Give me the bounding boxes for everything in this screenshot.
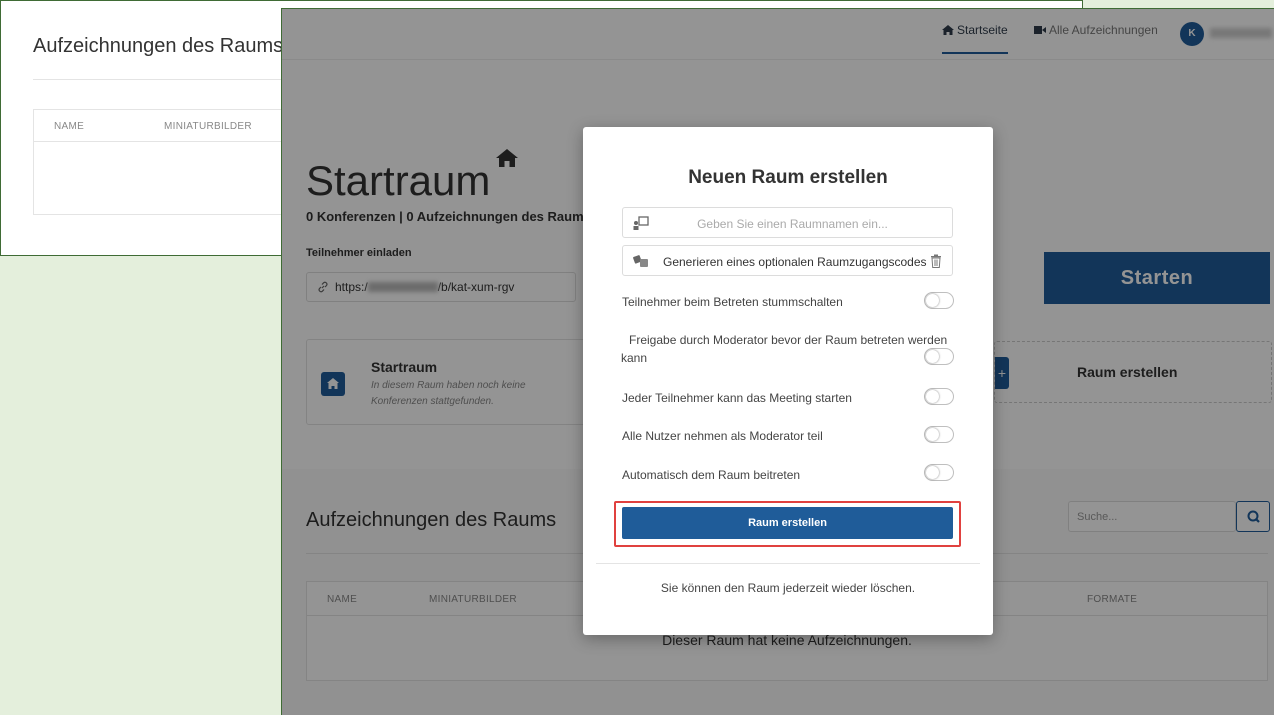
- trash-icon[interactable]: [930, 254, 942, 268]
- create-room-button[interactable]: Raum erstellen: [622, 507, 953, 539]
- toggle-require-moderator-approval[interactable]: [924, 348, 954, 365]
- access-code-field[interactable]: Generieren eines optionalen Raumzugangsc…: [622, 245, 953, 276]
- column-thumbnails: MINIATURBILDER: [164, 121, 252, 132]
- option-all-moderators: Alle Nutzer nehmen als Moderator teil: [622, 429, 823, 443]
- toggle-mute-on-join[interactable]: [924, 292, 954, 309]
- background-recordings-title: Aufzeichnungen des Raums: [33, 35, 284, 57]
- table-header: NAME MINIATURBILDER: [34, 110, 292, 142]
- toggle-auto-join[interactable]: [924, 464, 954, 481]
- toggle-anyone-can-start[interactable]: [924, 388, 954, 405]
- option-anyone-can-start: Jeder Teilnehmer kann das Meeting starte…: [622, 391, 852, 405]
- option-require-moderator-approval: Freigabe durch Moderator bevor der Raum …: [621, 333, 948, 365]
- access-code-label: Generieren eines optionalen Raumzugangsc…: [663, 255, 927, 269]
- toggle-all-moderators[interactable]: [924, 426, 954, 443]
- room-name-placeholder: Geben Sie einen Raumnamen ein...: [697, 217, 888, 231]
- modal-title: Neuen Raum erstellen: [688, 167, 888, 188]
- divider: [33, 79, 293, 80]
- room-name-input[interactable]: Geben Sie einen Raumnamen ein...: [622, 207, 953, 238]
- background-recordings-table: NAME MINIATURBILDER: [33, 109, 293, 215]
- dice-icon: [633, 255, 648, 267]
- option-mute-on-join: Teilnehmer beim Betreten stummschalten: [622, 295, 843, 309]
- divider: [596, 563, 980, 564]
- modal-footer-note: Sie können den Raum jederzeit wieder lös…: [660, 581, 916, 595]
- room-sign-icon: [633, 216, 649, 230]
- column-name: NAME: [54, 121, 85, 132]
- option-auto-join: Automatisch dem Raum beitreten: [622, 468, 801, 482]
- create-room-modal: Neuen Raum erstellen Geben Sie einen Rau…: [583, 127, 993, 635]
